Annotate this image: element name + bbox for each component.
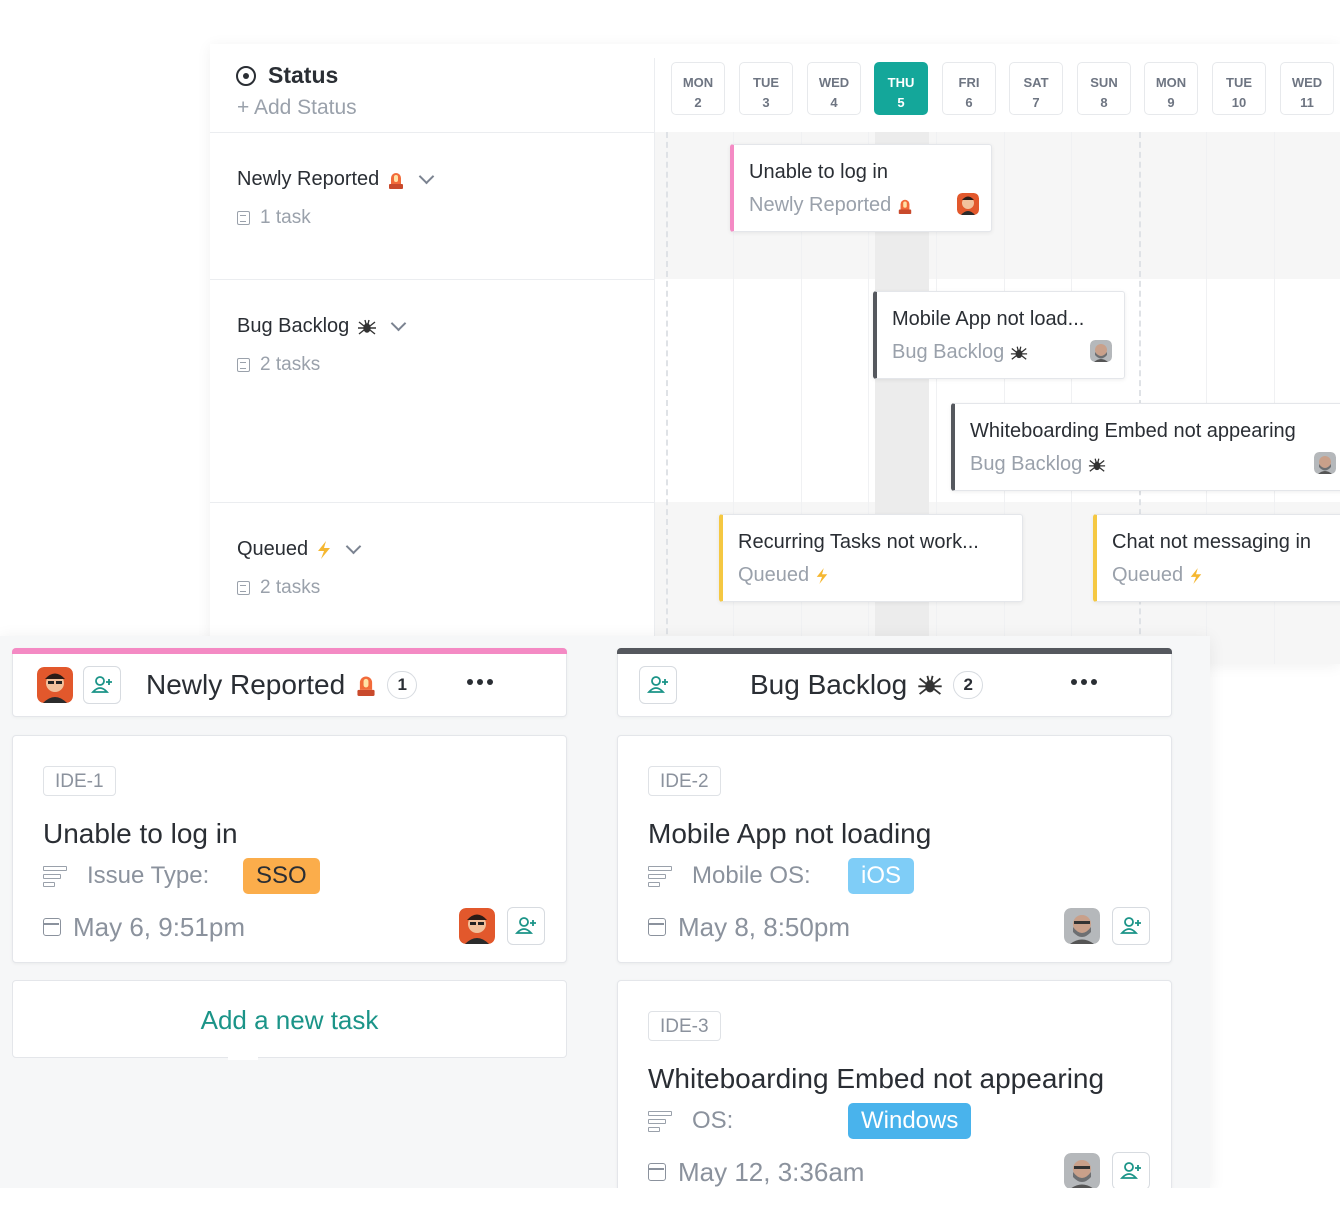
field-value-chip[interactable]: iOS (848, 858, 915, 894)
day-header[interactable]: WED 11 (1280, 62, 1334, 115)
add-user-icon (1120, 1162, 1141, 1179)
timeline-task-bar[interactable]: Chat not messaging in Queued (1093, 514, 1340, 602)
day-header[interactable]: TUE 10 (1212, 62, 1266, 115)
group-name: Queued (237, 538, 309, 560)
avatar[interactable] (1090, 340, 1112, 362)
chevron-down-icon[interactable] (391, 315, 407, 332)
group-queued: Queued 2 tasks (237, 538, 362, 599)
field-label: OS: (692, 1107, 734, 1134)
task-card[interactable]: IDE-2 Mobile App not loading Mobile OS: … (617, 735, 1172, 963)
siren-icon (357, 676, 375, 696)
task-count-badge: 2 (953, 671, 984, 699)
day-header[interactable]: SAT 7 (1009, 62, 1063, 115)
field-value-chip[interactable]: Windows (848, 1103, 972, 1139)
field-label: Issue Type: (87, 862, 210, 889)
task-card[interactable]: IDE-3 Whiteboarding Embed not appearing … (617, 980, 1172, 1188)
task-count-icon (237, 358, 250, 372)
group-task-count: 2 tasks (260, 354, 321, 375)
task-id: IDE-2 (648, 766, 721, 796)
divider (210, 502, 655, 503)
board-panel: Newly Reported 1 Bug Backlog 2 IDE-1 Una… (0, 636, 1210, 1188)
day-header-today[interactable]: THU 5 (874, 62, 928, 115)
calendar-icon (648, 918, 666, 936)
more-options-icon[interactable] (1071, 679, 1097, 685)
spider-icon (1011, 346, 1028, 360)
custom-field-icon (43, 866, 67, 892)
group-bug-backlog: Bug Backlog 2 tasks (237, 315, 407, 376)
task-title: Whiteboarding Embed not appearing (648, 1063, 1105, 1094)
custom-field-icon (648, 866, 672, 892)
chevron-down-icon[interactable] (419, 168, 435, 185)
task-count-icon (237, 211, 250, 225)
day-header[interactable]: SUN 8 (1077, 62, 1131, 115)
avatar[interactable] (1064, 908, 1100, 944)
timeline-panel: Status + Add Status Newly Reported 1 tas… (210, 44, 1340, 664)
task-card[interactable]: IDE-1 Unable to log in Issue Type: SSO M… (12, 735, 567, 963)
avatar[interactable] (459, 908, 495, 944)
add-user-icon (91, 676, 112, 693)
more-options-icon[interactable] (467, 679, 493, 685)
assign-user-button[interactable] (83, 666, 121, 704)
status-title: Status (268, 62, 339, 88)
calendar-icon (43, 918, 61, 936)
timeline-task-bar[interactable]: Whiteboarding Embed not appearing Bug Ba… (951, 403, 1340, 491)
timeline-task-bar[interactable]: Unable to log in Newly Reported (730, 144, 992, 232)
status-ring-icon (236, 65, 256, 86)
column-title: Bug Backlog (750, 669, 908, 700)
due-date[interactable]: May 12, 3:36am (678, 1157, 864, 1188)
add-user-icon (515, 917, 536, 934)
task-id: IDE-3 (648, 1011, 721, 1041)
assign-user-button[interactable] (507, 907, 545, 945)
column-header-newly-reported: Newly Reported 1 (12, 648, 567, 717)
chevron-down-icon[interactable] (345, 538, 362, 555)
divider (210, 279, 655, 280)
task-count-badge: 1 (387, 671, 418, 699)
task-id: IDE-1 (43, 766, 116, 796)
timeline-task-bar[interactable]: Mobile App not load... Bug Backlog (873, 291, 1125, 379)
spider-icon (358, 319, 377, 335)
due-date[interactable]: May 8, 8:50pm (678, 912, 850, 943)
group-task-count: 1 task (260, 207, 311, 228)
assign-user-button[interactable] (1112, 1152, 1150, 1188)
group-newly-reported: Newly Reported 1 task (237, 168, 435, 229)
task-title: Unable to log in (43, 818, 238, 849)
divider (210, 132, 655, 133)
day-header[interactable]: MON 9 (1144, 62, 1198, 115)
day-header[interactable]: MON 2 (671, 62, 725, 115)
task-count-icon (237, 581, 250, 595)
calendar-icon (648, 1163, 666, 1181)
add-user-icon (647, 676, 668, 693)
lightning-icon (816, 567, 828, 584)
lightning-icon (318, 540, 331, 559)
day-header[interactable]: FRI 6 (942, 62, 996, 115)
field-label: Mobile OS: (692, 862, 811, 889)
assign-user-button[interactable] (639, 666, 677, 704)
avatar[interactable] (957, 193, 979, 215)
spider-icon (1089, 458, 1106, 472)
timeline-task-bar[interactable]: Recurring Tasks not work... Queued (719, 514, 1023, 602)
avatar[interactable] (1064, 1153, 1100, 1188)
assign-user-button[interactable] (1112, 907, 1150, 945)
column-title: Newly Reported (146, 669, 346, 700)
avatar[interactable] (37, 667, 73, 703)
status-header: Status (236, 62, 338, 89)
day-header[interactable]: WED 4 (807, 62, 861, 115)
spider-icon (918, 675, 942, 695)
field-value-chip[interactable]: SSO (243, 858, 320, 894)
lightning-icon (1190, 567, 1202, 584)
avatar[interactable] (1314, 452, 1336, 474)
add-status-button[interactable]: + Add Status (237, 96, 357, 120)
task-title: Mobile App not loading (648, 818, 932, 849)
day-header[interactable]: TUE 3 (739, 62, 793, 115)
group-name: Newly Reported (237, 168, 380, 190)
group-task-count: 2 tasks (260, 577, 321, 598)
siren-icon (899, 199, 912, 214)
siren-icon (389, 172, 404, 189)
due-date[interactable]: May 6, 9:51pm (73, 912, 245, 943)
add-user-icon (1120, 917, 1141, 934)
custom-field-icon (648, 1111, 672, 1137)
group-name: Bug Backlog (237, 315, 350, 337)
add-task-button[interactable]: Add a new task (12, 980, 567, 1058)
column-header-bug-backlog: Bug Backlog 2 (617, 648, 1172, 717)
